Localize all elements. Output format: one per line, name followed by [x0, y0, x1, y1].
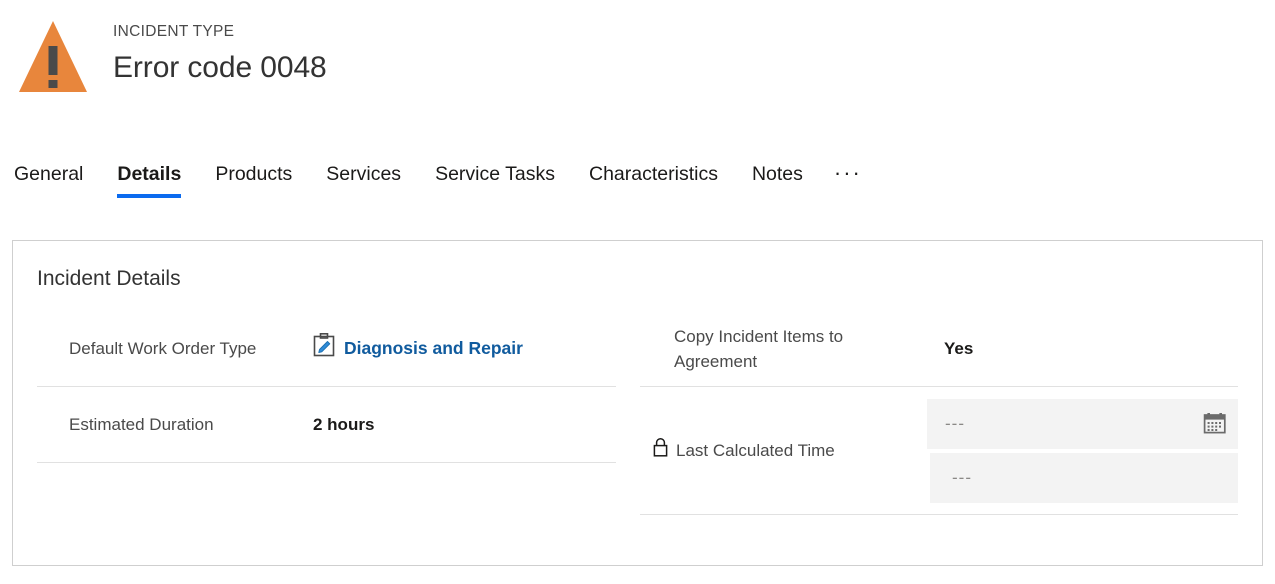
- header-text-block: INCIDENT TYPE Error code 0048: [113, 20, 327, 90]
- tab-service-tasks[interactable]: Service Tasks: [418, 160, 572, 188]
- field-label: Copy Incident Items to Agreement: [640, 324, 930, 374]
- field-label-text: Default Work Order Type: [69, 339, 257, 358]
- tab-characteristics[interactable]: Characteristics: [572, 160, 735, 188]
- tab-label: Characteristics: [589, 163, 718, 185]
- section-title: Incident Details: [37, 267, 181, 290]
- form-column-left: Default Work Order Type Diagnosis and Re…: [13, 311, 638, 515]
- estimated-duration-value[interactable]: 2 hours: [309, 412, 374, 437]
- tab-strip: General Details Products Services Servic…: [0, 160, 1275, 212]
- field-label-text: Copy Incident Items to Agreement: [674, 326, 844, 371]
- time-placeholder: ---: [952, 467, 972, 487]
- field-last-calculated-time: Last Calculated Time --- ---: [640, 387, 1238, 515]
- tab-label: Service Tasks: [435, 163, 555, 185]
- tab-general[interactable]: General: [0, 160, 100, 188]
- date-placeholder: ---: [945, 413, 965, 433]
- tab-label: Notes: [751, 163, 803, 185]
- field-label: Last Calculated Time: [640, 437, 927, 464]
- tab-label: Details: [117, 163, 182, 185]
- tab-details[interactable]: Details: [100, 160, 198, 198]
- tab-overflow-ellipsis-icon[interactable]: ···: [820, 160, 876, 186]
- last-calculated-time-inputs: --- ---: [927, 398, 1238, 503]
- tab-label: Services: [326, 163, 402, 185]
- warning-triangle-icon: [16, 18, 90, 96]
- form-column-right: Copy Incident Items to Agreement Yes Las…: [638, 311, 1262, 515]
- tab-products[interactable]: Products: [198, 160, 309, 188]
- tab-label: General: [14, 163, 84, 185]
- record-header: INCIDENT TYPE Error code 0048: [0, 0, 1275, 130]
- incident-details-card: Incident Details Default Work Order Type: [12, 240, 1263, 566]
- entity-type-label: INCIDENT TYPE: [113, 23, 235, 40]
- clipboard-pencil-icon: [313, 333, 335, 364]
- tab-services[interactable]: Services: [309, 160, 418, 188]
- field-label-text: Estimated Duration: [69, 415, 214, 434]
- active-tab-indicator: [117, 194, 182, 198]
- last-calculated-time-input[interactable]: ---: [930, 452, 1238, 503]
- field-label: Default Work Order Type: [37, 336, 309, 361]
- default-work-order-type-link[interactable]: Diagnosis and Repair: [344, 336, 523, 361]
- form-columns: Default Work Order Type Diagnosis and Re…: [13, 311, 1262, 515]
- lock-icon: [652, 437, 669, 464]
- field-value: Diagnosis and Repair: [309, 333, 523, 364]
- field-copy-incident-items-to-agreement: Copy Incident Items to Agreement Yes: [640, 311, 1238, 387]
- tab-label: Products: [215, 163, 293, 185]
- field-label: Estimated Duration: [37, 412, 309, 437]
- tab-notes[interactable]: Notes: [735, 160, 820, 188]
- page-title: Error code 0048: [113, 51, 327, 84]
- field-default-work-order-type: Default Work Order Type Diagnosis and Re…: [37, 311, 616, 387]
- field-estimated-duration: Estimated Duration 2 hours: [37, 387, 616, 463]
- last-calculated-date-input[interactable]: ---: [927, 398, 1238, 449]
- calendar-icon[interactable]: [1202, 411, 1228, 437]
- copy-incident-items-value[interactable]: Yes: [930, 336, 973, 361]
- field-label-text: Last Calculated Time: [676, 441, 835, 460]
